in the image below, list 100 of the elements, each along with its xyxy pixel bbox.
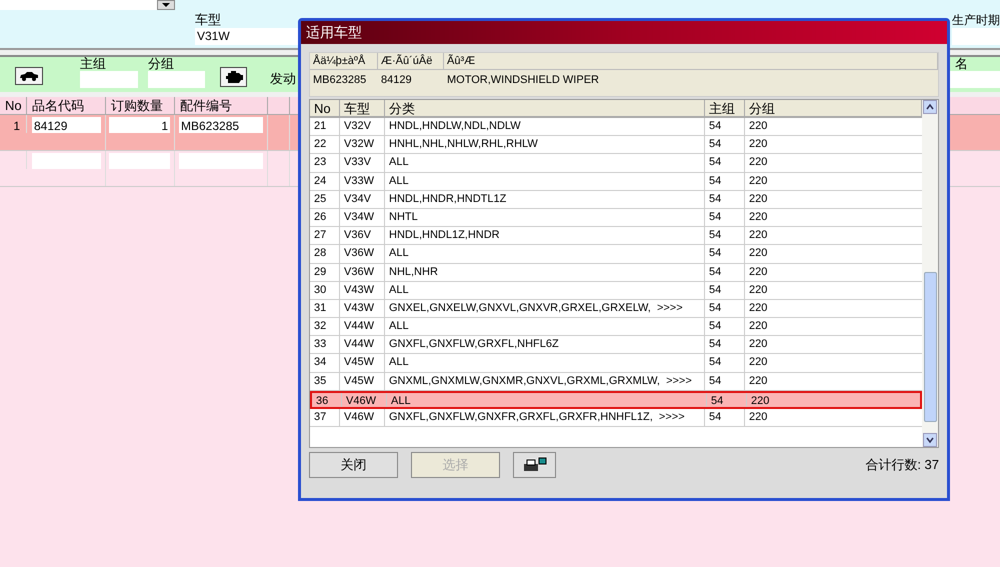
table-cell: GNXFL,GNXFLW,GRXFL,NHFL6Z xyxy=(385,336,705,354)
table-cell: 54 xyxy=(705,227,745,244)
table-cell: V33V xyxy=(340,154,385,172)
table-cell: 54 xyxy=(705,208,745,226)
table-cell-text: 220 xyxy=(748,264,768,280)
table-cell: V32W xyxy=(340,136,385,154)
model-row[interactable]: 36 V46W ALL 54 220 xyxy=(310,390,922,409)
main-group-field[interactable] xyxy=(80,71,138,88)
column-header: Åä¼þ±àºÅ xyxy=(310,53,378,69)
table-cell: 28 xyxy=(310,245,340,262)
dialog-button[interactable]: 关闭 xyxy=(309,452,398,478)
model-row[interactable]: 37 V46W GNXFL,GNXFLW,GNXFR,GRXFL,GRXFR,HNHFL1Z, >>>> 54 220 xyxy=(310,409,922,428)
quantity-field[interactable]: 1 xyxy=(109,117,170,133)
table-cell: ALL xyxy=(385,172,705,190)
table-cell: V45W xyxy=(340,372,385,390)
table-cell-text: 220 xyxy=(748,300,768,316)
print-button[interactable] xyxy=(513,452,556,478)
table-cell: V46W xyxy=(342,392,387,407)
table-cell: 54 xyxy=(705,282,745,299)
table-cell-text: 220 xyxy=(748,374,768,389)
model-row[interactable]: 24 V33W ALL 54 220 xyxy=(310,172,922,191)
table-cell: 32 xyxy=(310,318,340,336)
table-cell: 54 xyxy=(705,154,745,172)
table-cell: 54 xyxy=(705,372,745,390)
table-cell-text: 220 xyxy=(748,137,768,152)
table-cell: 36 xyxy=(312,392,342,407)
table-cell-text: 220 xyxy=(748,319,768,334)
engine-icon xyxy=(224,70,242,84)
table-cell-text: 220 xyxy=(748,410,768,425)
model-row[interactable]: 23 V33V ALL 54 220 xyxy=(310,154,922,173)
model-row[interactable]: 34 V45W ALL 54 220 xyxy=(310,354,922,373)
engine-button[interactable] xyxy=(220,67,247,87)
scroll-up-icon[interactable] xyxy=(923,100,937,114)
table-cell-text: 220 xyxy=(748,228,768,244)
row-number: 1 xyxy=(0,115,27,133)
table-cell: 21 xyxy=(310,118,340,136)
printer-icon xyxy=(522,457,548,473)
table-cell: GNXFL,GNXFLW,GNXFR,GRXFL,GRXFR,HNHFL1Z, >>>> xyxy=(385,409,705,426)
table-cell: ALL xyxy=(385,245,705,262)
table-cell: V44W xyxy=(340,336,385,354)
column-header: 分类 xyxy=(385,100,705,116)
table-cell: 24 xyxy=(310,172,340,190)
model-row[interactable]: 29 V36W NHL,NHR 54 220 xyxy=(310,264,922,282)
table-cell: ALL xyxy=(385,354,705,372)
model-row[interactable]: 26 V34W NHTL 54 220 xyxy=(310,208,922,228)
table-cell-text: 220 xyxy=(748,355,768,370)
table-cell: ALL xyxy=(385,154,705,172)
table-cell: 54 xyxy=(705,409,745,426)
field-label: 生产时期 xyxy=(952,12,1000,28)
model-row[interactable]: 32 V44W ALL 54 220 xyxy=(310,318,922,336)
sub-group-field[interactable] xyxy=(148,71,205,88)
name-field[interactable] xyxy=(950,71,1000,88)
dropdown-field[interactable] xyxy=(157,0,175,10)
model-row[interactable]: 28 V36W ALL 54 220 xyxy=(310,245,922,264)
column-header: 订购数量 xyxy=(106,97,175,114)
field-label: 车型 xyxy=(195,12,222,28)
scroll-down-icon[interactable] xyxy=(923,433,937,447)
table-cell: ALL xyxy=(385,318,705,336)
model-row[interactable]: 27 V36V HNDL,HNDL1Z,HNDR 54 220 xyxy=(310,227,922,246)
model-row[interactable]: 33 V44W GNXFL,GNXFLW,GRXFL,NHFL6Z 54 220 xyxy=(310,336,922,354)
quantity-field[interactable] xyxy=(109,153,170,169)
period-field[interactable] xyxy=(952,28,1000,45)
model-row[interactable]: 22 V32W HNHL,NHL,NHLW,RHL,RHLW 54 220 xyxy=(310,136,922,154)
table-cell-text: 220 xyxy=(748,119,768,134)
table-cell: 29 xyxy=(310,264,340,281)
model-row[interactable]: 31 V43W GNXEL,GNXELW,GNXVL,GNXVR,GRXEL,GRXELW, >>>> 54 220 xyxy=(310,300,922,318)
part-number-field[interactable] xyxy=(179,153,263,169)
scroll-thumb[interactable] xyxy=(924,272,936,422)
table-cell: ALL xyxy=(387,392,707,407)
model-field[interactable]: V31W xyxy=(195,28,300,45)
column-header: Ãû³Æ xyxy=(444,53,938,69)
model-row[interactable]: 25 V34V HNDL,HNDR,HNDTL1Z 54 220 xyxy=(310,190,922,209)
table-cell: 54 xyxy=(705,264,745,281)
table-cell-text: 220 xyxy=(748,246,768,262)
column-header: 主组 xyxy=(705,100,745,116)
table-cell: 54 xyxy=(705,354,745,372)
table-cell-text: 220 xyxy=(750,394,770,407)
dialog-title: 适用车型 xyxy=(306,23,362,42)
table-cell: 54 xyxy=(705,172,745,190)
table-cell: 54 xyxy=(707,392,747,407)
table-cell: V43W xyxy=(340,300,385,318)
table-cell: GNXML,GNXMLW,GNXMR,GNXVL,GRXML,GRXMLW, >>>> xyxy=(385,372,705,390)
field-label: 主组 xyxy=(80,57,107,71)
column-header: 配件编号 xyxy=(175,97,268,114)
model-row[interactable]: 21 V32V HNDL,HNDLW,NDL,NDLW 54 220 xyxy=(310,118,922,136)
table-cell: NHTL xyxy=(385,208,705,226)
table-cell: V44W xyxy=(340,318,385,336)
table-cell: V36W xyxy=(340,245,385,262)
code-field[interactable] xyxy=(32,153,101,169)
car-button[interactable] xyxy=(15,67,43,85)
part-number-field[interactable]: MB623285 xyxy=(179,117,263,133)
table-cell: 33 xyxy=(310,336,340,354)
table-cell: V46W xyxy=(340,409,385,426)
info-value: MOTOR,WINDSHIELD WIPER xyxy=(446,73,600,88)
scrollbar[interactable] xyxy=(922,100,938,447)
model-row[interactable]: 30 V43W ALL 54 220 xyxy=(310,282,922,300)
table-cell: ALL xyxy=(385,282,705,299)
table-cell-text: 220 xyxy=(748,337,768,352)
code-field[interactable]: 84129 xyxy=(32,117,101,133)
table-cell: 54 xyxy=(705,336,745,354)
